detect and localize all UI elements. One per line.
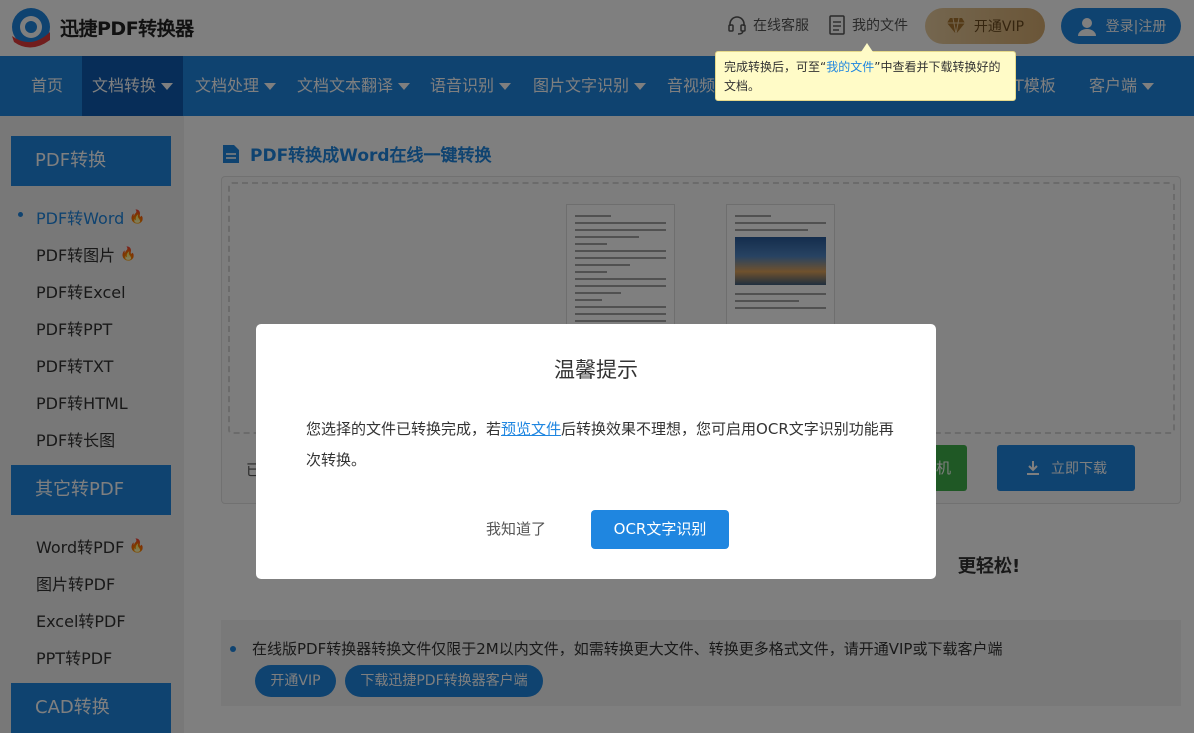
dismiss-button[interactable]: 我知道了 [471,510,561,549]
tooltip-files-link[interactable]: 我的文件 [826,60,874,74]
dialog-message: 您选择的文件已转换完成，若预览文件后转换效果不理想，您可启用OCR文字识别功能再… [306,420,894,469]
ocr-button[interactable]: OCR文字识别 [591,510,729,549]
my-files-tooltip: 完成转换后，可至“我的文件”中查看并下载转换好的文档。 [715,43,1016,101]
tip-dialog: 温馨提示 您选择的文件已转换完成，若预览文件后转换效果不理想，您可启用OCR文字… [256,324,936,579]
dialog-title: 温馨提示 [554,358,638,382]
preview-file-link[interactable]: 预览文件 [501,420,561,438]
